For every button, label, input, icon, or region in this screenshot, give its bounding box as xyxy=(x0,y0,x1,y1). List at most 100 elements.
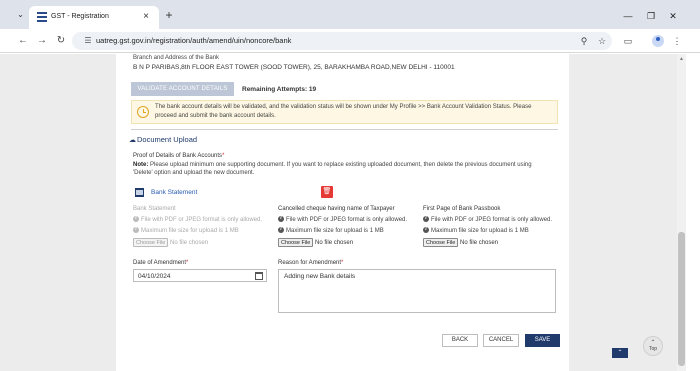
browser-tab-gst-registration[interactable]: GST - Registration × xyxy=(29,6,159,29)
info-icon xyxy=(423,226,429,233)
remaining-attempts-text: Remaining Attempts: 19 xyxy=(242,86,317,93)
bookmark-star-icon[interactable]: ☆ xyxy=(596,35,608,47)
tab-close-icon[interactable]: × xyxy=(141,11,151,23)
validation-info-box: The bank account details will be validat… xyxy=(131,100,558,124)
info-text-line-1: The bank account details will be validat… xyxy=(155,104,532,110)
address-bar[interactable]: ☰ uatreg.gst.gov.in/registration/auth/am… xyxy=(72,32,612,50)
file-status: No file chosen xyxy=(315,240,354,247)
size-note-text: Maximum file size for upload is 1 MB xyxy=(286,228,384,234)
size-note-text: Maximum file size for upload is 1 MB xyxy=(141,228,239,234)
site-info-tune-icon[interactable]: ☰ xyxy=(82,35,94,47)
window-minimize-icon[interactable]: — xyxy=(622,10,634,22)
upload-column-heading: Cancelled cheque having name of Taxpayer xyxy=(278,206,395,212)
note-text-1: Please upload minimum one supporting doc… xyxy=(148,162,532,168)
proof-of-bank-label: Proof of Details of Bank Accounts* xyxy=(133,153,224,159)
branch-address-label: Branch and Address of the Bank xyxy=(133,55,220,61)
gst-favicon-icon xyxy=(37,12,47,22)
upload-column-bank-passbook: First Page of Bank Passbook File with PD… xyxy=(423,206,552,247)
validate-account-details-button[interactable]: VALIDATE ACCOUNT DETAILS xyxy=(131,82,234,96)
reason-for-amendment-textarea[interactable]: Adding new Bank details xyxy=(278,269,556,313)
choose-file-button[interactable]: Choose File xyxy=(423,238,459,247)
delete-document-button[interactable]: 🗑 xyxy=(321,186,333,198)
scroll-up-chevron-icon[interactable]: ⌃ xyxy=(612,348,628,358)
calendar-icon[interactable] xyxy=(255,272,263,280)
profile-avatar-icon[interactable] xyxy=(652,35,664,47)
new-tab-plus-icon[interactable]: + xyxy=(163,9,175,21)
date-value: 04/10/2024 xyxy=(138,273,171,280)
date-of-amendment-input[interactable]: 04/10/2024 xyxy=(133,269,267,282)
uploaded-document-icon xyxy=(135,188,144,197)
upload-size-note: Maximum file size for upload is 1 MB xyxy=(278,226,407,234)
size-note-text: Maximum file size for upload is 1 MB xyxy=(431,228,529,234)
date-of-amendment-label: Date of Amendment* xyxy=(133,260,188,266)
zoom-magnifier-icon[interactable]: ⚲ xyxy=(578,35,590,47)
reason-label-text: Reason for Amendment xyxy=(278,260,342,266)
window-close-icon[interactable]: ✕ xyxy=(667,10,679,22)
upload-format-note: File with PDF or JPEG format is only all… xyxy=(278,215,408,223)
format-note-text: File with PDF or JPEG format is only all… xyxy=(431,217,553,223)
info-icon xyxy=(278,226,284,233)
reason-for-amendment-label: Reason for Amendment* xyxy=(278,260,343,266)
upload-size-note: Maximum file size for upload is 1 MB xyxy=(133,226,262,234)
info-icon xyxy=(423,215,429,222)
choose-file-button: Choose File xyxy=(133,238,169,247)
required-asterisk: * xyxy=(222,153,225,159)
trash-icon: 🗑 xyxy=(322,188,332,195)
upload-column-cancelled-cheque: Cancelled cheque having name of Taxpayer… xyxy=(278,206,407,247)
chevron-up-icon: ⌃ xyxy=(650,340,656,346)
cloud-upload-icon: ☁ xyxy=(129,137,136,144)
note-prefix: Note: xyxy=(133,162,149,168)
page-left-margin xyxy=(0,54,116,371)
branch-address-value: B N P PARIBAS,8th FLOOR EAST TOWER (SOOD… xyxy=(133,64,455,71)
browser-toolbar: ← → ↻ ☰ uatreg.gst.gov.in/registration/a… xyxy=(0,29,700,53)
date-label-text: Date of Amendment xyxy=(133,260,187,266)
upload-note-line-2: 'Delete' option and upload the new docum… xyxy=(133,170,255,176)
forward-arrow-icon[interactable]: → xyxy=(36,34,48,48)
window-right-edge xyxy=(686,54,700,371)
section-divider xyxy=(131,129,558,130)
format-note-text: File with PDF or JPEG format is only all… xyxy=(286,217,408,223)
scrollbar-up-arrow-icon[interactable]: ▲ xyxy=(678,56,685,63)
upload-format-note: File with PDF or JPEG format is only all… xyxy=(133,215,263,223)
reload-icon[interactable]: ↻ xyxy=(55,34,67,48)
file-picker: Choose File No file chosen xyxy=(133,238,262,247)
page-right-margin xyxy=(569,54,677,371)
kebab-menu-icon[interactable]: ⋮ xyxy=(671,34,683,48)
required-asterisk: * xyxy=(341,260,344,266)
page-viewport: Branch and Address of the Bank B N P PAR… xyxy=(0,54,700,371)
scrollbar-thumb[interactable] xyxy=(678,232,685,366)
format-note-text: File with PDF or JPEG format is only all… xyxy=(141,217,263,223)
tab-search-chevron-down-icon[interactable]: ⌄ xyxy=(14,9,27,21)
file-picker: Choose File No file chosen xyxy=(278,238,407,247)
required-asterisk: * xyxy=(186,260,189,266)
proof-label-text: Proof of Details of Bank Accounts xyxy=(133,153,223,159)
info-icon xyxy=(133,215,139,222)
reason-value: Adding new Bank details xyxy=(284,273,356,280)
back-arrow-icon[interactable]: ← xyxy=(17,34,29,48)
file-picker: Choose File No file chosen xyxy=(423,238,552,247)
cancel-button[interactable]: CANCEL xyxy=(483,334,519,347)
upload-size-note: Maximum file size for upload is 1 MB xyxy=(423,226,552,234)
upload-note-line-1: Note: Please upload minimum one supporti… xyxy=(133,162,532,168)
extensions-puzzle-icon[interactable]: ▭ xyxy=(622,34,634,48)
upload-column-heading: Bank Statement xyxy=(133,206,176,212)
upload-format-note: File with PDF or JPEG format is only all… xyxy=(423,215,553,223)
info-text-line-2: proceed and submit the bank account deta… xyxy=(155,113,276,119)
info-icon xyxy=(133,226,139,233)
save-button[interactable]: SAVE xyxy=(525,334,560,347)
back-to-top-label: Top xyxy=(648,346,658,352)
url-text[interactable]: uatreg.gst.gov.in/registration/auth/amen… xyxy=(96,36,291,45)
back-button[interactable]: BACK xyxy=(442,334,478,347)
file-status: No file chosen xyxy=(170,240,209,247)
info-icon xyxy=(278,215,284,222)
choose-file-button[interactable]: Choose File xyxy=(278,238,314,247)
file-status: No file chosen xyxy=(460,240,499,247)
amend-bank-form: Branch and Address of the Bank B N P PAR… xyxy=(116,54,569,371)
clock-icon xyxy=(137,106,149,118)
upload-column-bank-statement: Bank Statement File with PDF or JPEG for… xyxy=(133,206,262,247)
uploaded-bank-statement-link[interactable]: Bank Statement xyxy=(151,189,197,196)
document-upload-title: Document Upload xyxy=(137,135,198,144)
back-to-top-button[interactable]: ⌃ Top xyxy=(643,336,663,356)
page-scrollbar[interactable]: ▲ xyxy=(677,54,686,371)
window-restore-icon[interactable]: ❐ xyxy=(645,10,657,22)
